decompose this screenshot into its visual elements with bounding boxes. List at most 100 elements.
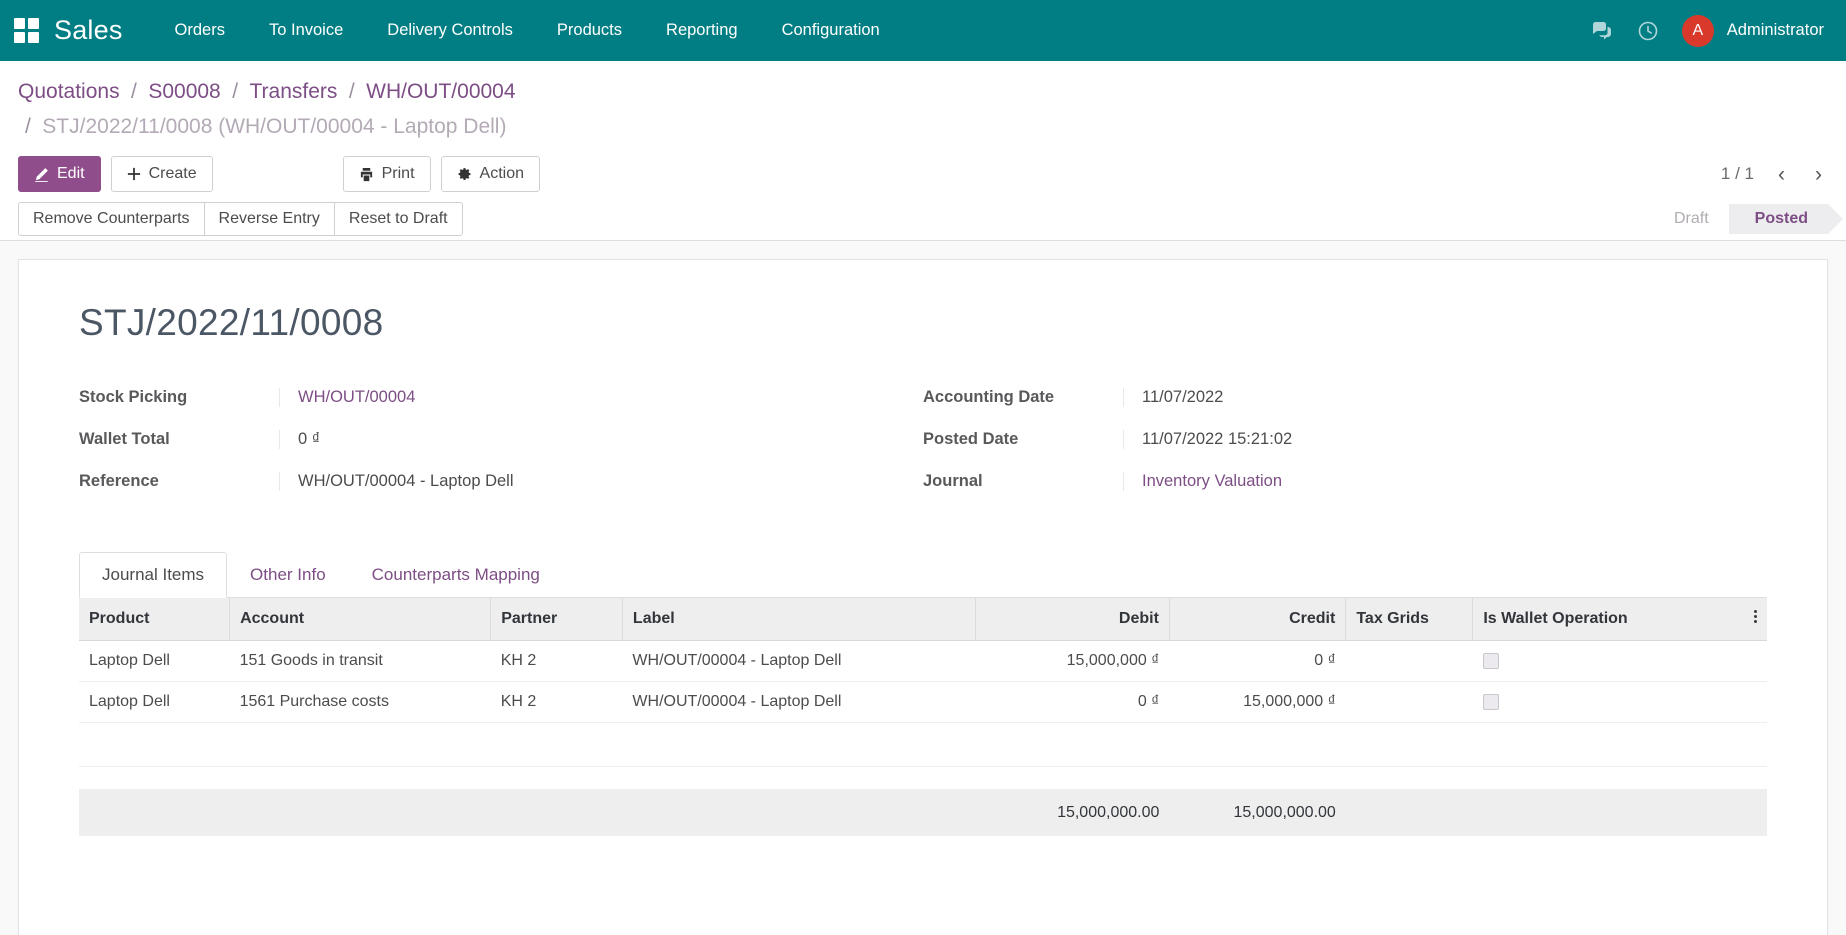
vertical-dots-icon[interactable] [1754,610,1757,623]
nav-menu-delivery-controls[interactable]: Delivery Controls [365,13,535,48]
cell-account: 151 Goods in transit [230,641,491,682]
table-row[interactable]: Laptop Dell 151 Goods in transit KH 2 WH… [79,641,1767,682]
form-group-left: Stock Picking WH/OUT/00004 Wallet Total … [79,388,923,514]
reverse-entry-button[interactable]: Reverse Entry [204,202,334,236]
column-header-debit[interactable]: Debit [975,598,1169,641]
create-button-label: Create [149,165,197,183]
control-panel: Edit Create Print Action 1 / 1 ‹ › [0,145,1846,197]
is-wallet-operation-checkbox[interactable] [1483,653,1499,669]
cell-product: Laptop Dell [79,641,230,682]
form-sheet: STJ/2022/11/0008 Stock Picking WH/OUT/00… [18,259,1828,935]
chat-bubble-icon[interactable] [1590,19,1614,43]
breadcrumb-separator: / [124,80,144,103]
navbar-right-group: A Administrator [1590,15,1824,47]
is-wallet-operation-checkbox[interactable] [1483,694,1499,710]
form-background: STJ/2022/11/0008 Stock Picking WH/OUT/00… [0,241,1846,935]
cell-credit: 15,000,000 ₫ [1169,682,1345,723]
column-header-partner[interactable]: Partner [491,598,623,641]
field-accounting-date: Accounting Date 11/07/2022 [923,388,1727,407]
avatar: A [1682,15,1714,47]
form-group-right: Accounting Date 11/07/2022 Posted Date 1… [923,388,1767,514]
journal-items-table: Product Account Partner Label Debit Cred… [79,598,1767,836]
clock-icon[interactable] [1636,19,1660,43]
column-header-label[interactable]: Label [622,598,975,641]
nav-menu-configuration[interactable]: Configuration [760,13,902,48]
table-body: Laptop Dell 151 Goods in transit KH 2 WH… [79,641,1767,790]
field-value-stock-picking[interactable]: WH/OUT/00004 [279,388,883,407]
table-footer: 15,000,000.00 15,000,000.00 [79,790,1767,837]
action-button[interactable]: Action [441,156,540,192]
column-header-is-wallet-operation[interactable]: Is Wallet Operation [1473,598,1767,641]
table-row[interactable]: Laptop Dell 1561 Purchase costs KH 2 WH/… [79,682,1767,723]
reset-to-draft-button[interactable]: Reset to Draft [334,202,463,236]
cell-product: Laptop Dell [79,682,230,723]
control-panel-left: Edit Create [18,156,213,192]
field-label-reference: Reference [79,472,279,491]
pager-value[interactable]: 1 / 1 [1721,164,1754,184]
cell-tax-grids [1346,682,1473,723]
tab-other-info[interactable]: Other Info [227,552,349,598]
edit-button-label: Edit [57,165,85,183]
control-panel-actions: Print Action [343,156,540,192]
nav-menu-products[interactable]: Products [535,13,644,48]
cell-credit: 0 ₫ [1169,641,1345,682]
apps-grid-icon[interactable] [14,18,40,44]
printer-icon [359,167,374,182]
table-empty-row [79,723,1767,767]
field-stock-picking: Stock Picking WH/OUT/00004 [79,388,883,407]
column-header-credit[interactable]: Credit [1169,598,1345,641]
breadcrumb-item-quotations[interactable]: Quotations [18,80,120,103]
cell-debit: 0 ₫ [975,682,1169,723]
field-value-posted-date: 11/07/2022 15:21:02 [1123,430,1727,449]
chevron-left-icon[interactable]: ‹ [1772,162,1791,187]
breadcrumb-separator: / [225,80,245,103]
app-brand-title[interactable]: Sales [54,15,123,46]
field-value-journal[interactable]: Inventory Valuation [1123,472,1727,491]
pager: 1 / 1 ‹ › [1721,162,1828,187]
breadcrumb-item-wh-out-00004[interactable]: WH/OUT/00004 [366,80,515,103]
cell-tax-grids [1346,641,1473,682]
tab-journal-items[interactable]: Journal Items [79,552,227,598]
table-spacer-row [79,767,1767,790]
column-header-account[interactable]: Account [230,598,491,641]
field-posted-date: Posted Date 11/07/2022 15:21:02 [923,430,1727,449]
cell-account: 1561 Purchase costs [230,682,491,723]
action-button-label: Action [480,165,524,183]
cell-label: WH/OUT/00004 - Laptop Dell [622,682,975,723]
cell-partner: KH 2 [491,641,623,682]
tab-counterparts-mapping[interactable]: Counterparts Mapping [349,552,563,598]
field-label-journal: Journal [923,472,1123,491]
gear-icon [457,167,472,182]
breadcrumb-separator: / [18,115,38,138]
table-header-row: Product Account Partner Label Debit Cred… [79,598,1767,641]
chevron-right-icon[interactable]: › [1809,162,1828,187]
breadcrumb-item-s00008[interactable]: S00008 [148,80,220,103]
user-menu[interactable]: A Administrator [1682,15,1824,47]
status-button-row: Remove Counterparts Reverse Entry Reset … [0,197,1846,241]
nav-menu-reporting[interactable]: Reporting [644,13,760,48]
nav-menu-to-invoice[interactable]: To Invoice [247,13,365,48]
field-label-stock-picking: Stock Picking [79,388,279,407]
cell-partner: KH 2 [491,682,623,723]
top-navbar: Sales Orders To Invoice Delivery Control… [0,0,1846,61]
statusbar: Draft Posted [1648,204,1828,234]
cell-is-wallet-operation [1473,682,1767,723]
column-header-tax-grids[interactable]: Tax Grids [1346,598,1473,641]
total-credit: 15,000,000.00 [1169,790,1345,837]
breadcrumb: Quotations / S00008 / Transfers / WH/OUT… [0,61,1846,145]
edit-button[interactable]: Edit [18,156,101,192]
field-wallet-total: Wallet Total 0 ₫ [79,430,883,449]
print-button[interactable]: Print [343,156,431,192]
status-step-draft[interactable]: Draft [1648,204,1729,234]
remove-counterparts-button[interactable]: Remove Counterparts [18,202,204,236]
breadcrumb-separator: / [342,80,362,103]
field-label-posted-date: Posted Date [923,430,1123,449]
field-value-accounting-date: 11/07/2022 [1123,388,1727,407]
create-button[interactable]: Create [111,156,213,192]
breadcrumb-item-transfers[interactable]: Transfers [249,80,337,103]
workflow-buttons: Remove Counterparts Reverse Entry Reset … [18,202,463,236]
field-journal: Journal Inventory Valuation [923,472,1727,491]
nav-menu-orders[interactable]: Orders [153,13,247,48]
status-step-posted[interactable]: Posted [1729,204,1828,234]
column-header-product[interactable]: Product [79,598,230,641]
